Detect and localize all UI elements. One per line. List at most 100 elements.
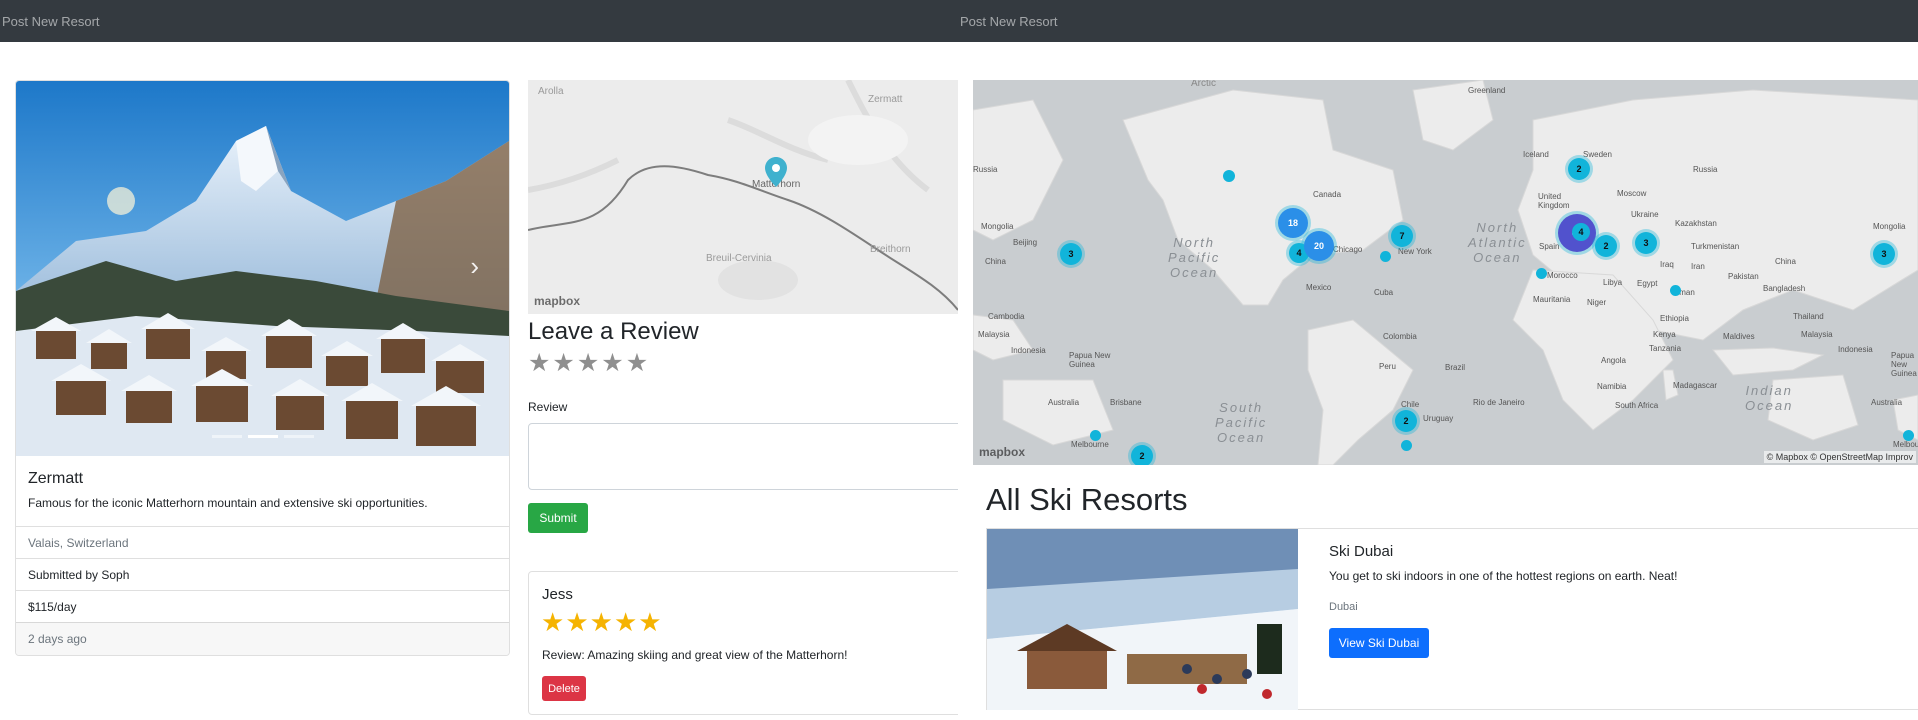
map-cluster[interactable]: 3 xyxy=(1873,243,1895,265)
place-spain: Spain xyxy=(1539,242,1560,251)
place-beijing: Beijing xyxy=(1013,238,1038,247)
map-cluster[interactable]: 4 xyxy=(1572,223,1590,241)
star-icon[interactable]: ★ xyxy=(601,350,623,376)
page-title: All Ski Resorts xyxy=(986,482,1188,517)
ocean-label-south-pacific: South Pacific Ocean xyxy=(1215,400,1268,445)
place-tanzania: Tanzania xyxy=(1649,344,1682,353)
star-filled-icon: ★ xyxy=(565,607,589,637)
place-united-kingdom: United Kingdom xyxy=(1538,192,1570,210)
place-arctic: Arctic xyxy=(1191,80,1216,89)
ocean-label-north-pacific: North Pacific Ocean xyxy=(1168,235,1221,280)
map-point[interactable] xyxy=(1401,440,1412,451)
map-point[interactable] xyxy=(1536,268,1547,279)
ski-dubai-photo xyxy=(987,529,1298,710)
place-malaysia-w: Malaysia xyxy=(978,330,1010,339)
resort-price: $115/day xyxy=(16,590,509,622)
delete-review-button[interactable]: Delete xyxy=(542,676,586,701)
star-icon[interactable]: ★ xyxy=(577,350,599,376)
place-china-e: China xyxy=(1775,257,1796,266)
place-mauritania: Mauritania xyxy=(1533,295,1571,304)
place-iraq: Iraq xyxy=(1660,260,1674,269)
map-point[interactable] xyxy=(1090,430,1101,441)
map-cluster[interactable]: 2 xyxy=(1395,410,1417,432)
place-bangladesh: Bangladesh xyxy=(1763,284,1806,293)
carousel-indicators xyxy=(16,435,509,438)
cluster-map[interactable]: North Pacific Ocean North Atlantic Ocean Sou… xyxy=(973,80,1918,465)
place-chile: Chile xyxy=(1401,400,1420,409)
place-china-w: China xyxy=(985,257,1006,266)
place-kenya: Kenya xyxy=(1653,330,1676,339)
map-cluster[interactable]: 18 xyxy=(1278,208,1308,238)
map-point[interactable] xyxy=(1903,430,1914,441)
submit-button[interactable]: Submit xyxy=(528,503,588,533)
navbar: Post New Resort xyxy=(958,0,1918,42)
resort-posted-time: 2 days ago xyxy=(16,622,509,655)
map-cluster[interactable]: 3 xyxy=(1635,232,1657,254)
place-moscow: Moscow xyxy=(1617,189,1647,198)
map-cluster[interactable]: 2 xyxy=(1568,158,1590,180)
map-label-breuil: Breuil-Cervinia xyxy=(706,253,772,264)
map-cluster[interactable]: 2 xyxy=(1131,445,1153,465)
image-carousel[interactable]: › xyxy=(16,81,509,456)
resort-card: › Zermatt Famous for the iconic Matterho… xyxy=(15,80,510,656)
review-author: Jess xyxy=(542,586,573,603)
view-resort-button[interactable]: View Ski Dubai xyxy=(1329,628,1429,658)
map-cluster[interactable]: 2 xyxy=(1595,235,1617,257)
place-kazakhstan: Kazakhstan xyxy=(1675,219,1717,228)
carousel-indicator[interactable] xyxy=(211,435,242,438)
place-morocco: Morocco xyxy=(1547,271,1578,280)
star-filled-icon: ★ xyxy=(541,607,565,637)
mapbox-logo: mapbox xyxy=(979,445,1026,459)
star-icon[interactable]: ★ xyxy=(626,350,648,376)
map-marker-icon[interactable] xyxy=(765,157,787,187)
place-mongolia-e: Mongolia xyxy=(1873,222,1906,231)
carousel-indicator[interactable] xyxy=(247,435,278,438)
resort-map[interactable]: Arolla Zermatt Matterhorn Breuil-Cervini… xyxy=(528,80,958,314)
review-text: Review: Amazing skiing and great view of… xyxy=(542,648,848,662)
place-malaysia-e: Malaysia xyxy=(1801,330,1833,339)
post-new-resort-link[interactable]: Post New Resort xyxy=(960,14,1058,29)
place-mongolia-w: Mongolia xyxy=(981,222,1014,231)
map-point[interactable] xyxy=(1670,285,1681,296)
resort-title: Ski Dubai xyxy=(1329,543,1394,560)
mapbox-logo: mapbox xyxy=(534,294,581,308)
review-rating: ★ ★ ★ ★ ★ xyxy=(541,608,662,636)
place-melbourne-w: Melbourne xyxy=(1071,440,1109,449)
resort-list-item: Ski Dubai You get to ski indoors in one … xyxy=(986,528,1918,710)
chevron-right-icon[interactable]: › xyxy=(470,251,479,282)
review-textarea[interactable] xyxy=(528,423,958,490)
place-cambodia: Cambodia xyxy=(988,312,1025,321)
navbar: Post New Resort xyxy=(0,0,958,42)
carousel-indicator[interactable] xyxy=(283,435,314,438)
place-russia-e: Russia xyxy=(1693,165,1718,174)
place-papua-new-guinea-w: Papua New Guinea xyxy=(1069,351,1111,369)
map-point[interactable] xyxy=(1380,251,1391,262)
rating-input: ★ ★ ★ ★ ★ xyxy=(528,350,648,376)
resorts-index-page: Post New Resort North Pacific Ocean North A… xyxy=(958,0,1918,720)
star-icon[interactable]: ★ xyxy=(528,350,550,376)
place-thailand: Thailand xyxy=(1793,312,1824,321)
map-attribution[interactable]: © Mapbox © OpenStreetMap Improv xyxy=(1763,451,1916,463)
place-namibia: Namibia xyxy=(1597,382,1627,391)
ocean-label-north-atlantic: North Atlantic Ocean xyxy=(1468,220,1527,265)
star-icon[interactable]: ★ xyxy=(552,350,574,376)
map-cluster[interactable]: 3 xyxy=(1060,243,1082,265)
place-chicago: Chicago xyxy=(1333,245,1363,254)
map-cluster[interactable]: 20 xyxy=(1304,231,1334,261)
star-filled-icon: ★ xyxy=(589,607,613,637)
place-brazil: Brazil xyxy=(1445,363,1466,372)
place-angola: Angola xyxy=(1601,356,1626,365)
place-russia-w: Russia xyxy=(973,165,998,174)
place-colombia: Colombia xyxy=(1383,332,1417,341)
post-new-resort-link[interactable]: Post New Resort xyxy=(2,14,100,29)
map-point[interactable] xyxy=(1223,170,1235,182)
star-filled-icon: ★ xyxy=(638,607,662,637)
place-niger: Niger xyxy=(1587,298,1607,307)
map-label-zermatt: Zermatt xyxy=(868,94,903,105)
place-iceland: Iceland xyxy=(1523,150,1549,159)
place-libya: Libya xyxy=(1603,278,1623,287)
resort-location: Valais, Switzerland xyxy=(16,526,509,558)
map-cluster[interactable]: 7 xyxy=(1391,225,1413,247)
place-iran: Iran xyxy=(1691,262,1705,271)
place-maldives: Maldives xyxy=(1723,332,1755,341)
